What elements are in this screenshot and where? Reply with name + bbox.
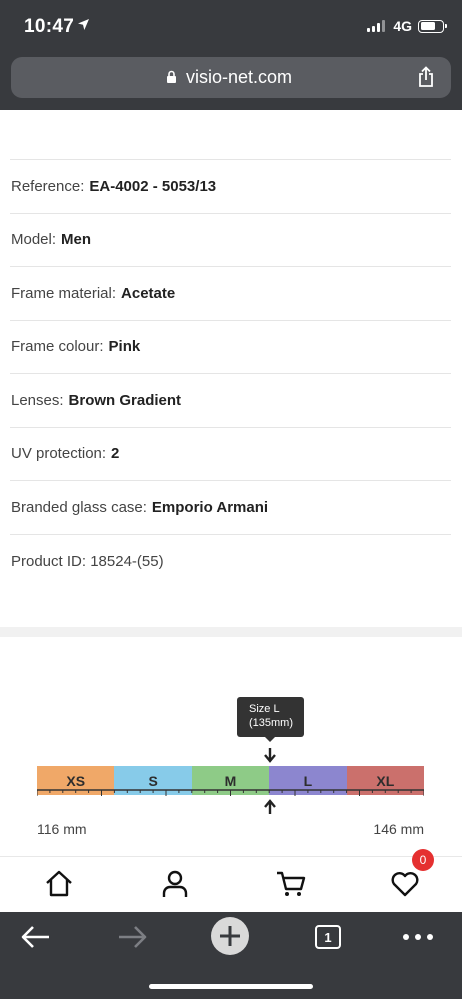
battery-icon xyxy=(418,19,447,33)
size-label: XS xyxy=(66,772,86,789)
status-time: 10:47 xyxy=(24,16,75,37)
back-arrow-icon[interactable] xyxy=(20,924,52,950)
arrow-down-icon xyxy=(264,748,276,763)
size-label: XL xyxy=(376,772,395,789)
forward-arrow-icon[interactable] xyxy=(116,924,148,950)
size-label: L xyxy=(303,772,313,789)
browser-top-chrome: 10:47 4G visio-net.com xyxy=(0,0,462,110)
tabs-icon[interactable]: 1 xyxy=(315,925,341,949)
home-icon[interactable] xyxy=(44,869,74,899)
tooltip-size: Size L xyxy=(249,703,280,715)
spec-reference: Reference: EA-4002 - 5053/13 xyxy=(10,160,451,214)
spec-label: Product ID: 18524-(55) xyxy=(11,552,164,570)
url-text: visio-net.com xyxy=(186,67,293,87)
spec-frame-colour: Frame colour: Pink xyxy=(10,321,451,374)
spec-model: Model: Men xyxy=(10,214,451,267)
more-icon[interactable] xyxy=(402,932,434,942)
spec-frame-material: Frame material: Acetate xyxy=(10,267,451,321)
spec-label: Reference: xyxy=(11,177,85,195)
spec-label: Frame material: xyxy=(11,284,117,302)
status-indicators: 4G xyxy=(367,18,447,34)
share-icon[interactable] xyxy=(417,66,435,88)
size-label: S xyxy=(148,772,158,789)
address-bar[interactable]: visio-net.com xyxy=(11,57,451,98)
location-arrow-icon xyxy=(78,19,89,30)
spec-value: Men xyxy=(61,231,92,249)
tooltip-measure: (135mm) xyxy=(249,717,294,729)
spec-value: Brown Gradient xyxy=(68,391,182,409)
cart-icon[interactable] xyxy=(275,869,307,899)
signal-icon xyxy=(367,20,386,32)
spec-label: UV protection: xyxy=(11,445,107,463)
lock-icon xyxy=(167,70,176,83)
product-specifications: Reference: EA-4002 - 5053/13 Model: Men Fr… xyxy=(10,159,451,588)
wishlist-count-badge: 0 xyxy=(412,849,434,871)
size-range-max: 146 mm xyxy=(373,821,424,837)
spec-value: Acetate xyxy=(121,284,176,302)
size-label: M xyxy=(224,772,237,789)
spec-product-id: Product ID: 18524-(55) xyxy=(10,535,451,589)
spec-label: Lenses: xyxy=(11,391,64,409)
wishlist-icon[interactable] xyxy=(390,869,420,899)
account-icon[interactable] xyxy=(160,869,190,899)
spec-value: Emporio Armani xyxy=(151,498,269,516)
spec-label: Model: xyxy=(11,231,57,249)
section-divider xyxy=(0,627,462,637)
network-type: 4G xyxy=(393,18,412,34)
size-tooltip: Size L (135mm) xyxy=(237,697,304,742)
spec-value: 2 xyxy=(111,445,120,463)
home-indicator xyxy=(149,984,313,989)
spec-glass-case: Branded glass case: Emporio Armani xyxy=(10,481,451,535)
spec-label: Branded glass case: xyxy=(11,498,147,516)
spec-lenses: Lenses: Brown Gradient xyxy=(10,374,451,428)
site-bottom-nav xyxy=(0,856,462,912)
spec-uv-protection: UV protection: 2 xyxy=(10,428,451,481)
size-ruler xyxy=(37,789,424,796)
new-tab-icon[interactable] xyxy=(210,916,250,956)
size-range-min: 116 mm xyxy=(37,821,87,837)
spec-label: Frame colour: xyxy=(11,338,104,356)
arrow-up-icon xyxy=(264,799,276,814)
spec-value: Pink xyxy=(108,338,141,356)
spec-value: EA-4002 - 5053/13 xyxy=(89,177,217,195)
